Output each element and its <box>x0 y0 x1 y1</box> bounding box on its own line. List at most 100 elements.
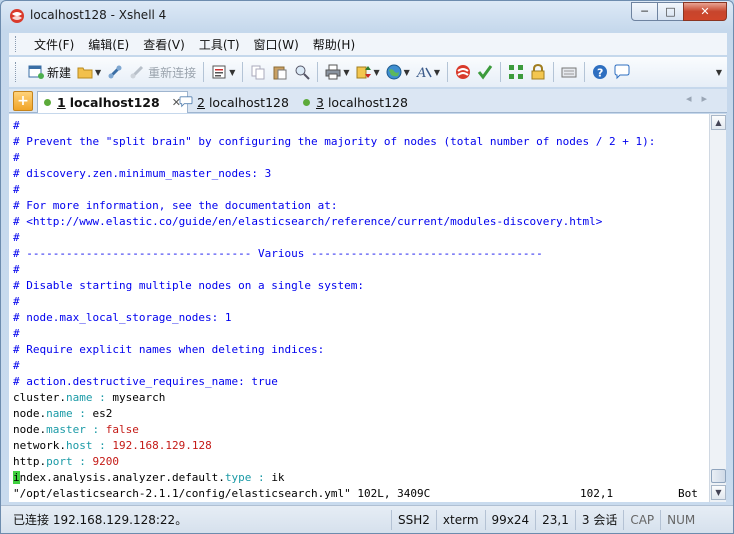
caps-lock-indicator: CAP <box>623 509 660 530</box>
scroll-up-button[interactable]: ▲ <box>711 115 726 130</box>
config-key: host <box>65 439 93 452</box>
properties-button[interactable]: ▼ <box>208 60 238 84</box>
xftp-button[interactable] <box>452 60 474 84</box>
print-button[interactable]: ▼ <box>322 60 352 84</box>
menu-window[interactable]: 窗口(W) <box>247 36 306 53</box>
toolbar-divider <box>499 62 501 82</box>
open-folder-button[interactable]: ▼ <box>74 60 104 84</box>
tab-session-1[interactable]: 1 localhost128 ✕ <box>37 91 188 113</box>
fullscreen-button[interactable] <box>505 60 527 84</box>
menu-edit[interactable]: 编辑(E) <box>81 36 136 53</box>
terminal-comment-line: # <box>13 263 20 276</box>
config-value: false <box>105 423 139 436</box>
printer-icon <box>325 64 341 80</box>
keyboard-button[interactable] <box>558 60 580 84</box>
terminal-comment-line: # Require explicit names when deleting i… <box>13 343 325 356</box>
window-controls: ─ □ ✕ <box>631 2 727 21</box>
num-lock-indicator: NUM <box>660 509 701 530</box>
tab-session-3[interactable]: 3 localhost128 <box>297 91 414 113</box>
title-bar: localhost128 - Xshell 4 ─ □ ✕ <box>1 1 733 31</box>
chevron-down-icon: ▼ <box>343 67 350 77</box>
terminal-comment-line: # <box>13 359 20 372</box>
chevron-down-icon: ▼ <box>229 67 236 77</box>
config-separator: : <box>92 439 113 452</box>
terminal-comment-line: # node.max_local_storage_nodes: 1 <box>13 311 232 324</box>
terminal-comment-line: # <box>13 183 20 196</box>
find-button[interactable] <box>291 60 313 84</box>
folder-icon <box>77 67 93 79</box>
terminal-comment-line: # action.destructive_requires_name: true <box>13 375 278 388</box>
scroll-down-button[interactable]: ▼ <box>711 485 726 500</box>
config-separator: : <box>251 471 272 484</box>
tab-number: 2 <box>197 94 205 110</box>
tab-scroll-arrows[interactable]: ◂▸ <box>686 92 717 105</box>
menu-view[interactable]: 查看(V) <box>136 36 192 53</box>
close-button[interactable]: ✕ <box>683 2 727 21</box>
toolbar-overflow[interactable]: ▼ <box>711 60 725 84</box>
add-tab-button[interactable]: + <box>13 91 33 111</box>
paste-button[interactable] <box>269 60 291 84</box>
config-prefix: network. <box>13 439 66 452</box>
toolbar: 新建 ▼ 重新连接 ▼ ▼ ▼ ▼ A ▼ ? ▼ <box>9 57 727 87</box>
chat-bubble-icon <box>614 64 630 80</box>
menu-file[interactable]: 文件(F) <box>27 36 81 53</box>
globe-button[interactable]: ▼ <box>383 60 413 84</box>
new-session-label: 新建 <box>47 65 72 80</box>
lock-icon <box>531 64 545 80</box>
connect-button[interactable] <box>104 60 126 84</box>
menu-tools[interactable]: 工具(T) <box>192 36 247 53</box>
scroll-thumb[interactable] <box>711 469 726 483</box>
terminal-comment-line: # <http://www.elastic.co/guide/en/elasti… <box>13 215 603 228</box>
lock-button[interactable] <box>527 60 549 84</box>
search-icon <box>295 65 311 80</box>
terminal-comment-line: # For more information, see the document… <box>13 199 338 212</box>
terminal-config-line: network.host : 192.168.129.128 <box>13 438 709 454</box>
vertical-scrollbar[interactable]: ▲ ▼ <box>709 114 726 502</box>
config-separator: : <box>72 407 93 420</box>
tab-session-2[interactable]: 2 localhost128 <box>173 91 295 113</box>
terminal-size-status: 99x24 <box>484 509 536 530</box>
terminal-config-line: http.port : 9200 <box>13 454 709 470</box>
tab-label: localhost128 <box>327 94 408 110</box>
menu-grip[interactable] <box>15 36 19 52</box>
font-button[interactable]: A ▼ <box>413 60 443 84</box>
transfer-button[interactable]: ▼ <box>353 60 383 84</box>
toolbar-divider <box>203 62 205 82</box>
config-value: es2 <box>92 407 113 420</box>
toolbar-divider <box>552 62 554 82</box>
config-prefix: node. <box>13 407 47 420</box>
properties-icon <box>212 65 226 79</box>
config-key: port <box>46 455 73 468</box>
terminal-comment-line: # <box>13 151 20 164</box>
xshell-swirl-icon <box>455 65 470 79</box>
help-button[interactable]: ? <box>589 60 611 84</box>
menu-help[interactable]: 帮助(H) <box>306 36 362 53</box>
chevron-down-icon: ▼ <box>95 67 102 77</box>
minimize-button[interactable]: ─ <box>631 2 658 21</box>
protocol-status: SSH2 <box>391 509 436 530</box>
config-prefix: ndex.analysis.analyzer.default. <box>19 471 225 484</box>
copy-button[interactable] <box>247 60 269 84</box>
terminal-output[interactable]: # # Prevent the "split brain" by configur… <box>9 114 709 502</box>
config-key: name <box>65 391 93 404</box>
terminal-comment-line: # <box>13 327 20 340</box>
new-session-button[interactable]: 新建 <box>25 60 74 84</box>
config-separator: : <box>92 391 113 404</box>
chat-button[interactable] <box>611 60 633 84</box>
terminal-comment-line: # <box>13 231 20 244</box>
reconnect-button[interactable]: 重新连接 <box>126 60 199 84</box>
help-icon: ? <box>592 65 607 80</box>
toolbar-divider <box>583 62 585 82</box>
tab-number: 3 <box>316 94 324 110</box>
toolbar-grip[interactable] <box>15 62 19 82</box>
font-icon: A <box>416 66 432 80</box>
globe-icon <box>386 64 402 80</box>
config-key: master <box>46 423 86 436</box>
maximize-button[interactable]: □ <box>657 2 684 21</box>
connected-status-icon <box>303 98 310 106</box>
menu-bar: 文件(F) 编辑(E) 查看(V) 工具(T) 窗口(W) 帮助(H) <box>9 33 727 55</box>
config-prefix: http. <box>13 455 47 468</box>
session-tabs: + 1 localhost128 ✕ 2 localhost128 3 loca… <box>9 89 727 113</box>
script-button[interactable] <box>474 60 496 84</box>
chevron-down-icon: ▼ <box>433 67 440 77</box>
